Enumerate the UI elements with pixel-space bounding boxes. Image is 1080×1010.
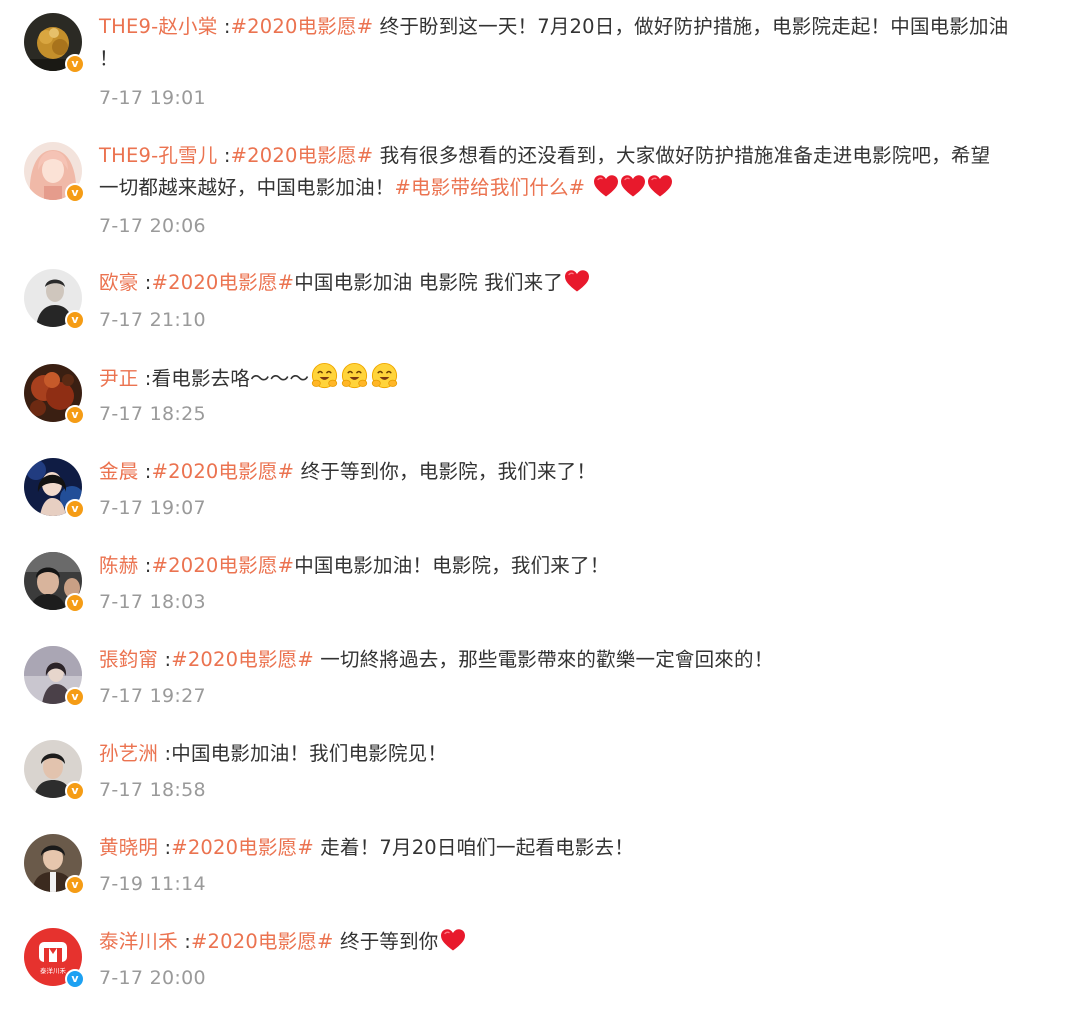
heart-icon [564, 269, 590, 293]
avatar[interactable]: v [24, 364, 85, 425]
timestamp: 7-17 18:03 [99, 591, 206, 613]
comment-text: 走着！7月20日咱们一起看电影去！ [313, 836, 634, 859]
verified-badge-icon: v [65, 183, 85, 203]
verified-badge-icon: v [65, 687, 85, 707]
topic-link[interactable]: #2020电影愿# [171, 648, 314, 671]
avatar[interactable]: v [24, 834, 85, 895]
heart-icon [647, 174, 673, 198]
verified-badge-icon: v [65, 969, 85, 989]
avatar[interactable]: v [24, 269, 85, 330]
separator: : [138, 460, 152, 483]
separator: : [217, 15, 231, 38]
topic-link[interactable]: #2020电影愿# [152, 554, 295, 577]
comment-text: 中国电影加油！电影院，我们来了！ [294, 554, 610, 577]
timestamp: 7-19 11:14 [99, 873, 206, 895]
topic-link[interactable]: #2020电影愿# [231, 144, 374, 167]
separator: : [158, 742, 172, 765]
username[interactable]: 黄晓明 [99, 836, 158, 859]
avatar[interactable]: v [24, 552, 85, 613]
avatar[interactable]: 泰洋川禾 v [24, 928, 85, 989]
separator: : [177, 930, 191, 953]
heart-icon [440, 928, 466, 952]
comment-text: 一切終將過去，那些電影帶來的歡樂一定會回來的！ [313, 648, 774, 671]
separator: : [138, 367, 152, 390]
timestamp: 7-17 18:58 [99, 779, 206, 801]
timestamp: 7-17 19:01 [99, 87, 206, 109]
username[interactable]: 尹正 [99, 367, 138, 390]
username[interactable]: 欧豪 [99, 271, 138, 294]
svg-text:泰洋川禾: 泰洋川禾 [40, 966, 67, 975]
hugging-face-icon [310, 362, 339, 391]
comment-text-continued: ！ [99, 47, 119, 70]
timestamp: 7-17 18:25 [99, 403, 206, 425]
verified-badge-icon: v [65, 781, 85, 801]
separator: : [138, 554, 152, 577]
topic-link[interactable]: #2020电影愿# [171, 836, 314, 859]
verified-badge-icon: v [65, 54, 85, 74]
avatar[interactable]: v [24, 458, 85, 519]
username[interactable]: 金晨 [99, 460, 138, 483]
avatar[interactable]: v [24, 646, 85, 707]
comment-text: 终于等到你，电影院，我们来了！ [294, 460, 597, 483]
hugging-face-icon [340, 362, 369, 391]
avatar[interactable]: v [24, 740, 85, 801]
username[interactable]: THE9-赵小棠 [99, 15, 217, 38]
comment-text: 我有很多想看的还没看到，大家做好防护措施准备走进电影院吧，希望 [373, 144, 991, 167]
verified-badge-icon: v [65, 593, 85, 613]
comment-text-continued: 一切都越来越好，中国电影加油！ [99, 176, 395, 199]
comment-text: 终于盼到这一天！7月20日，做好防护措施，电影院走起！中国电影加油 [373, 15, 1009, 38]
separator: : [138, 271, 152, 294]
timestamp: 7-17 21:10 [99, 309, 206, 331]
topic-link[interactable]: #2020电影愿# [152, 460, 295, 483]
avatar[interactable]: v [24, 13, 85, 74]
verified-badge-icon: v [65, 405, 85, 425]
verified-badge-icon: v [65, 310, 85, 330]
comment-text: 终于等到你 [333, 930, 439, 953]
verified-badge-icon: v [65, 499, 85, 519]
timestamp: 7-17 20:06 [99, 215, 206, 237]
separator: : [217, 144, 231, 167]
separator: : [158, 648, 172, 671]
username[interactable]: 陈赫 [99, 554, 138, 577]
heart-icon [620, 174, 646, 198]
topic-link[interactable]: #2020电影愿# [191, 930, 334, 953]
topic-link[interactable]: #电影带给我们什么# [395, 176, 586, 199]
username[interactable]: 張鈞甯 [99, 648, 158, 671]
avatar[interactable]: v [24, 142, 85, 203]
username[interactable]: THE9-孔雪儿 [99, 144, 217, 167]
heart-icon [593, 174, 619, 198]
separator: : [158, 836, 172, 859]
username[interactable]: 孙艺洲 [99, 742, 158, 765]
comment-feed: v THE9-赵小棠 :#2020电影愿# 终于盼到这一天！7月20日，做好防护… [0, 0, 1080, 1010]
topic-link[interactable]: #2020电影愿# [152, 271, 295, 294]
timestamp: 7-17 19:27 [99, 685, 206, 707]
topic-link[interactable]: #2020电影愿# [231, 15, 374, 38]
comment-text: 中国电影加油！我们电影院见！ [171, 742, 448, 765]
timestamp: 7-17 19:07 [99, 497, 206, 519]
hugging-face-icon [370, 362, 399, 391]
comment-text: 看电影去咯～～～ [151, 367, 310, 390]
timestamp: 7-17 20:00 [99, 967, 206, 989]
comment-text: 中国电影加油 电影院 我们来了 [294, 271, 564, 294]
username[interactable]: 泰洋川禾 [99, 930, 178, 953]
verified-badge-icon: v [65, 875, 85, 895]
